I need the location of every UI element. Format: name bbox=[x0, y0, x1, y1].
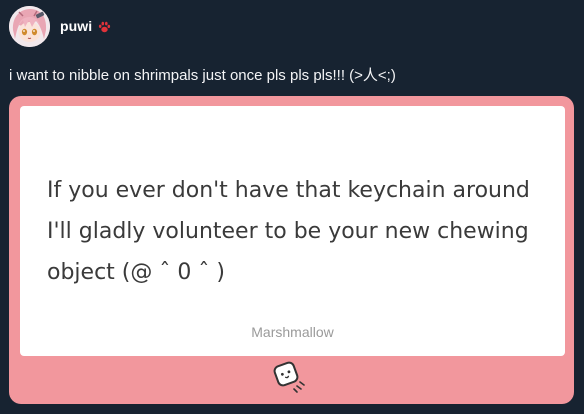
post-header: puwi bbox=[9, 5, 111, 47]
marshmallow-card[interactable]: If you ever don't have that keychain aro… bbox=[9, 96, 574, 404]
paw-icon bbox=[97, 19, 111, 33]
avatar[interactable] bbox=[9, 5, 50, 47]
post-text: i want to nibble on shrimpals just once … bbox=[9, 67, 396, 84]
message-text: If you ever don't have that keychain aro… bbox=[47, 178, 530, 285]
message-panel: If you ever don't have that keychain aro… bbox=[20, 106, 565, 356]
anime-girl-avatar-icon bbox=[9, 5, 50, 47]
marshmallow-icon bbox=[272, 360, 310, 394]
post: puwi i want to nibble on shrimpals just … bbox=[0, 0, 584, 414]
username[interactable]: puwi bbox=[60, 18, 92, 34]
brand-label: Marshmallow bbox=[251, 324, 334, 340]
